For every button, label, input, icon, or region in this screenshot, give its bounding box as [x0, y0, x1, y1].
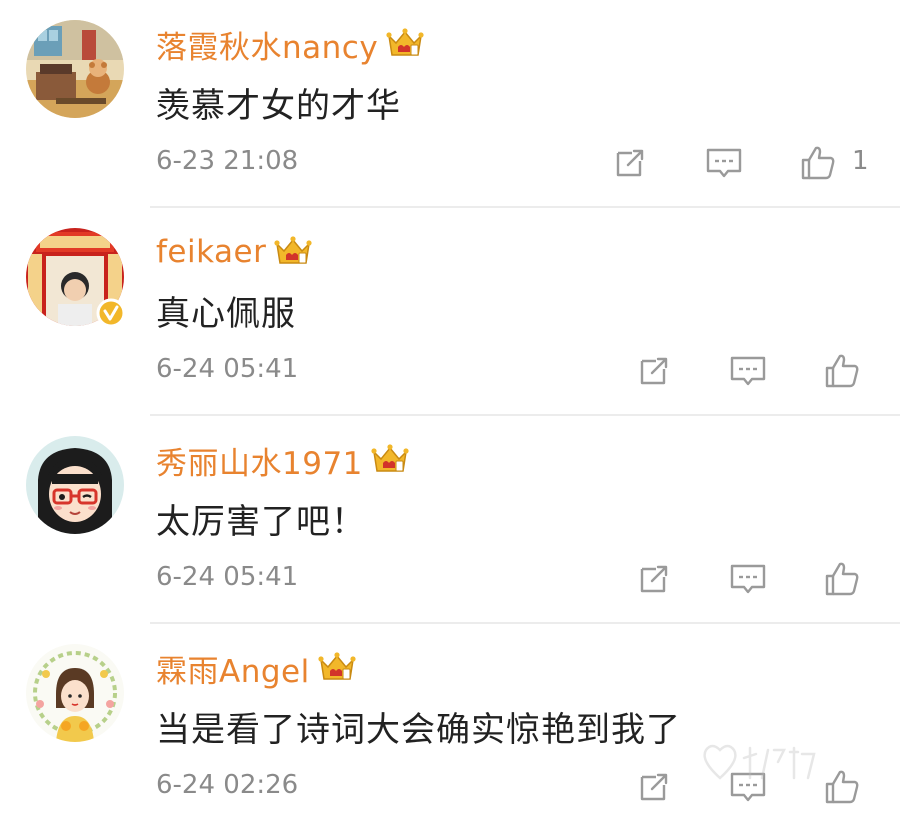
share-icon [640, 773, 668, 801]
comment-text: 羡慕才女的才华 [156, 86, 401, 126]
avatar[interactable] [26, 228, 126, 328]
comment-icon [730, 564, 766, 594]
like-button[interactable] [822, 351, 862, 391]
username[interactable]: 霖雨Angel [156, 646, 310, 691]
username[interactable]: feikaer [156, 234, 266, 270]
share-icon [640, 565, 668, 593]
reply-button[interactable] [704, 143, 744, 183]
avatar[interactable] [26, 20, 124, 118]
share-icon [640, 357, 668, 385]
thumbs-up-icon [825, 562, 859, 596]
comment-item: 秀丽山水1971 太厉害了吧！ 6-24 05:41 [0, 416, 900, 624]
share-button[interactable] [634, 351, 674, 391]
reply-button[interactable] [728, 559, 768, 599]
timestamp: 6-24 05:41 [156, 562, 299, 592]
comment-item: feikaer 真心佩服 6-24 05:41 [0, 208, 900, 416]
vip-crown-badge-icon [274, 236, 312, 264]
comment-item: 霖雨Angel 当是看了诗词大会确实惊艳到我了 6-24 02:26 [0, 624, 900, 832]
comment-text: 当是看了诗词大会确实惊艳到我了 [156, 710, 681, 750]
username-row: 霖雨Angel [156, 646, 356, 690]
avatar[interactable] [26, 644, 124, 742]
comment-text: 太厉害了吧！ [156, 502, 366, 542]
thumbs-up-icon [825, 354, 859, 388]
avatar-cartoon-girl-icon [26, 436, 124, 534]
share-button[interactable] [634, 767, 674, 807]
thumbs-up-icon [801, 146, 835, 180]
timestamp: 6-23 21:08 [156, 146, 299, 176]
vip-crown-badge-icon [318, 652, 356, 680]
avatar[interactable] [26, 436, 124, 534]
like-button[interactable] [822, 767, 862, 807]
share-icon [616, 149, 644, 177]
thumbs-up-icon [825, 770, 859, 804]
comment-icon [706, 148, 742, 178]
username[interactable]: 秀丽山水1971 [156, 438, 363, 483]
share-button[interactable] [610, 143, 650, 183]
verified-badge-icon [96, 298, 126, 328]
username-row: 秀丽山水1971 [156, 438, 409, 482]
timestamp: 6-24 02:26 [156, 770, 299, 800]
username-row: 落霞秋水nancy [156, 22, 424, 66]
username-row: feikaer [156, 230, 312, 274]
reply-button[interactable] [728, 351, 768, 391]
timestamp: 6-24 05:41 [156, 354, 299, 384]
vip-crown-badge-icon [386, 28, 424, 56]
vip-crown-badge-icon [371, 444, 409, 472]
like-count: 1 [852, 146, 869, 176]
share-button[interactable] [634, 559, 674, 599]
comment-icon [730, 356, 766, 386]
like-button[interactable] [798, 143, 838, 183]
avatar-flower-wreath-icon [26, 644, 124, 742]
avatar-illustration-icon [26, 20, 124, 118]
comment-text: 真心佩服 [156, 294, 296, 334]
username[interactable]: 落霞秋水nancy [156, 22, 378, 67]
like-button[interactable] [822, 559, 862, 599]
watermark-logo-icon [703, 744, 816, 780]
comment-item: 落霞秋水nancy 羡慕才女的才华 6-23 21:08 1 [0, 0, 900, 208]
